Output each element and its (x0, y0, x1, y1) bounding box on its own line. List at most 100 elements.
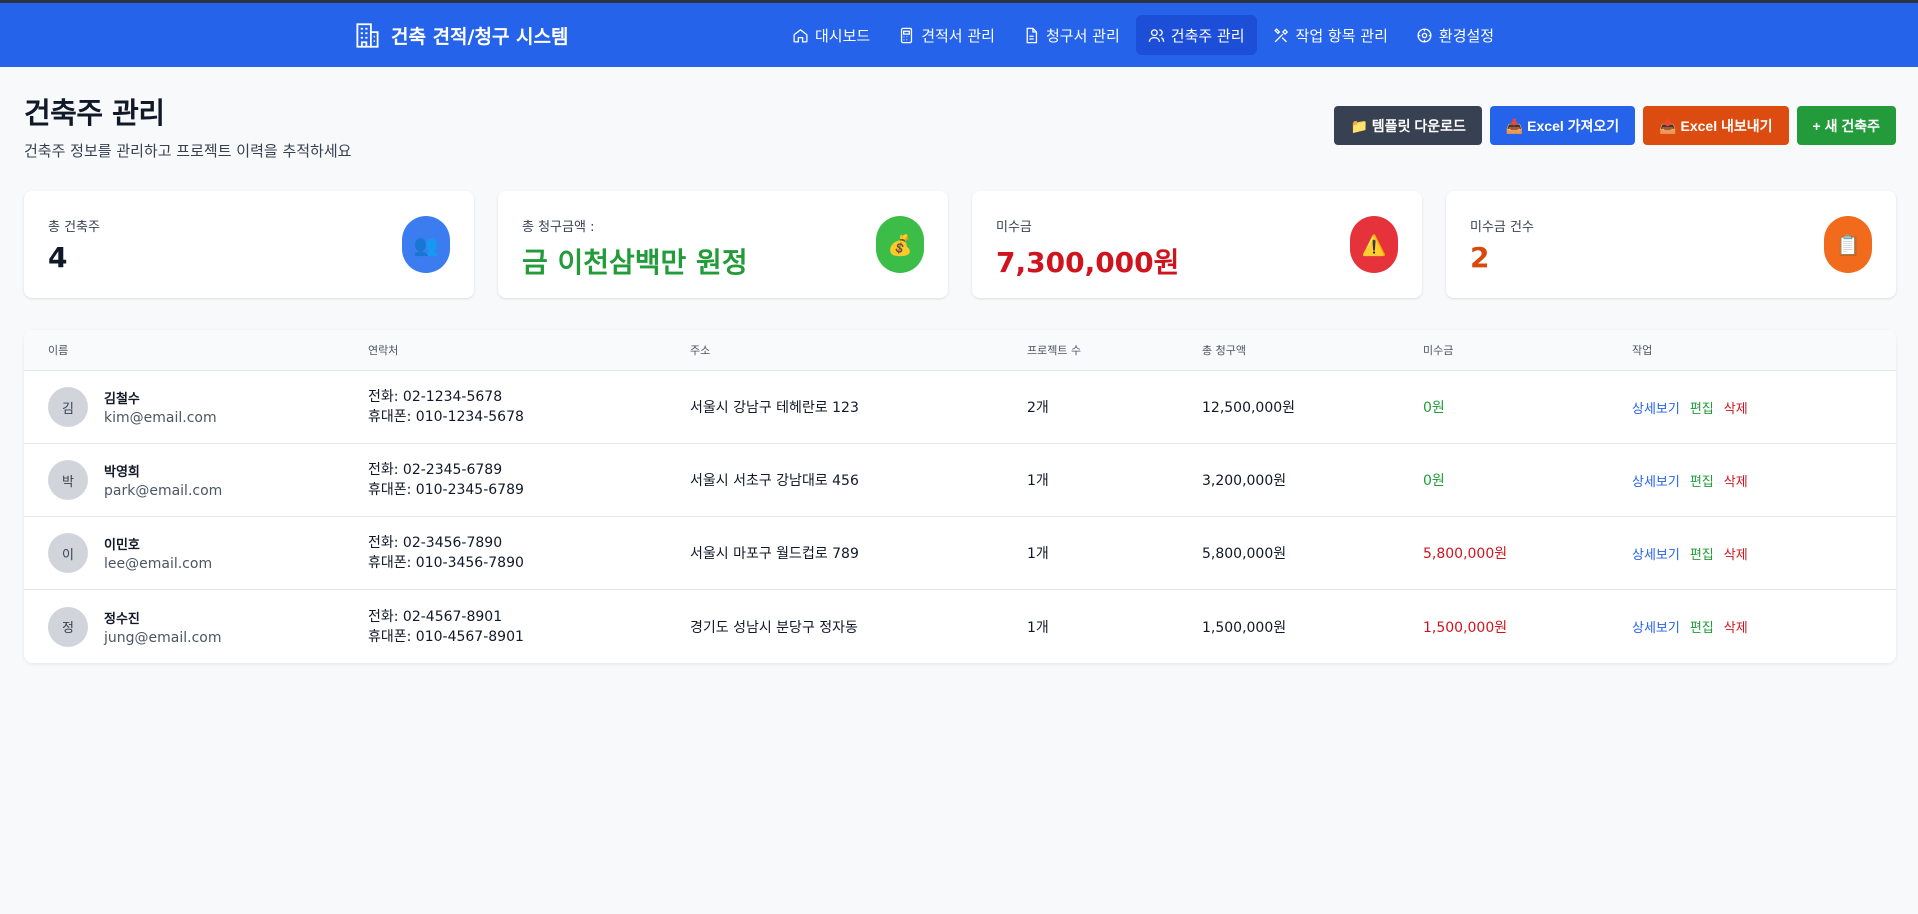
contact-cell: 전화: 02-3456-7890 휴대폰: 010-3456-7890 (368, 533, 690, 573)
owner-cell: 이 이민호 lee@email.com (24, 533, 368, 573)
mobile: 휴대폰: 010-2345-6789 (368, 482, 524, 498)
owner-email: kim@email.com (104, 410, 217, 426)
col-header-contact: 연락처 (368, 344, 399, 357)
view-link[interactable]: 상세보기 (1632, 398, 1680, 417)
col-header-name: 이름 (48, 344, 69, 357)
stat-value: 7,300,000원 (996, 246, 1180, 279)
main-menu: 대시보드 견적서 관리 청구서 관리 건축주 관리 작업 항목 관리 환경설정 (780, 15, 1506, 55)
table-row: 박 박영희 park@email.com 전화: 02-2345-6789 휴대… (24, 444, 1896, 517)
delete-link[interactable]: 삭제 (1724, 544, 1748, 563)
clipboard-icon: 📋 (1824, 216, 1872, 273)
address-cell: 서울시 서초구 강남대로 456 (690, 473, 859, 489)
owner-name: 이민호 (104, 538, 140, 553)
owner-name: 김철수 (104, 392, 140, 407)
avatar: 정 (48, 606, 88, 647)
avatar: 김 (48, 387, 88, 427)
contact-cell: 전화: 02-1234-5678 휴대폰: 010-1234-5678 (368, 387, 690, 427)
due-cell: 0원 (1423, 473, 1445, 489)
excel-import-button[interactable]: 📥 Excel 가져오기 (1489, 106, 1636, 145)
total-cell: 1,500,000원 (1202, 619, 1287, 636)
owner-email: lee@email.com (104, 556, 213, 572)
table-header: 이름 연락처 주소 프로젝트 수 총 청구액 미수금 작업 (24, 330, 1896, 371)
nav-item-settings[interactable]: 환경설정 (1404, 15, 1506, 55)
stat-card-total-owners: 총 건축주 4 👥 (24, 191, 474, 298)
col-header-address: 주소 (690, 344, 711, 357)
header-actions: 📁 템플릿 다운로드 📥 Excel 가져오기 📤 Excel 내보내기 + 새… (1334, 106, 1896, 145)
gear-icon (1417, 27, 1432, 43)
projects-cell: 1개 (1027, 473, 1049, 489)
contact-cell: 전화: 02-2345-6789 휴대폰: 010-2345-6789 (368, 460, 690, 500)
row-actions: 상세보기 편집 삭제 (1632, 617, 1896, 636)
mobile: 휴대폰: 010-3456-7890 (368, 555, 524, 571)
stat-value: 4 (48, 241, 68, 274)
avatar: 이 (48, 533, 88, 573)
stat-card-total-billed: 총 청구금액 : 금 이천삼백만 원정 💰 (498, 191, 948, 298)
row-actions: 상세보기 편집 삭제 (1632, 471, 1896, 490)
calculator-icon (901, 27, 913, 43)
top-navbar: 건축 견적/청구 시스템 대시보드 견적서 관리 청구서 관리 건축주 관리 작… (0, 3, 1918, 67)
phone: 전화: 02-4567-8901 (368, 608, 503, 625)
table-row: 정 정수진 jung@email.com 전화: 02-4567-8901 휴대… (24, 590, 1896, 663)
edit-link[interactable]: 편집 (1690, 398, 1714, 417)
users-icon (1148, 28, 1164, 42)
page-header: 건축주 관리 건축주 정보를 관리하고 프로젝트 이력을 추적하세요 (24, 90, 351, 161)
view-link[interactable]: 상세보기 (1632, 544, 1680, 563)
projects-cell: 1개 (1027, 546, 1049, 562)
row-actions: 상세보기 편집 삭제 (1632, 544, 1896, 563)
stat-label: 총 청구금액 : (522, 220, 595, 235)
nav-item-owners[interactable]: 건축주 관리 (1135, 15, 1257, 55)
address-cell: 서울시 마포구 월드컵로 789 (690, 546, 859, 562)
owners-table: 이름 연락처 주소 프로젝트 수 총 청구액 미수금 작업 김 김철수 kim@… (24, 330, 1896, 663)
total-cell: 3,200,000원 (1202, 473, 1287, 489)
owner-email: jung@email.com (104, 629, 222, 646)
table-row: 이 이민호 lee@email.com 전화: 02-3456-7890 휴대폰… (24, 517, 1896, 590)
owner-name: 박영희 (104, 465, 140, 480)
nav-item-label: 청구서 관리 (1045, 26, 1120, 45)
nav-item-label: 견적서 관리 (921, 26, 995, 45)
col-header-total: 총 청구액 (1202, 344, 1246, 357)
contact-cell: 전화: 02-4567-8901 휴대폰: 010-4567-8901 (368, 607, 690, 647)
mobile: 휴대폰: 010-4567-8901 (368, 628, 524, 645)
add-owner-button[interactable]: + 새 건축주 (1796, 106, 1896, 145)
edit-link[interactable]: 편집 (1690, 471, 1714, 490)
delete-link[interactable]: 삭제 (1724, 398, 1748, 417)
address-cell: 서울시 강남구 테헤란로 123 (690, 400, 859, 416)
owner-cell: 박 박영희 park@email.com (24, 460, 368, 500)
nav-item-work-items[interactable]: 작업 항목 관리 (1261, 15, 1400, 55)
nav-item-dashboard[interactable]: 대시보드 (780, 15, 882, 55)
brand[interactable]: 건축 견적/청구 시스템 (354, 3, 569, 67)
nav-item-label: 건축주 관리 (1170, 26, 1245, 45)
delete-link[interactable]: 삭제 (1724, 471, 1748, 490)
stat-label: 미수금 (996, 220, 1032, 235)
phone: 전화: 02-1234-5678 (368, 389, 503, 405)
stat-label: 미수금 건수 (1470, 220, 1534, 235)
due-cell: 5,800,000원 (1423, 546, 1508, 562)
owner-email: park@email.com (104, 483, 223, 499)
total-cell: 12,500,000원 (1202, 400, 1296, 416)
view-link[interactable]: 상세보기 (1632, 617, 1680, 636)
delete-link[interactable]: 삭제 (1724, 617, 1748, 636)
edit-link[interactable]: 편집 (1690, 617, 1714, 636)
total-cell: 5,800,000원 (1202, 546, 1287, 562)
row-actions: 상세보기 편집 삭제 (1632, 398, 1896, 417)
address-cell: 경기도 성남시 분당구 정자동 (690, 619, 858, 636)
money-bag-icon: 💰 (876, 216, 924, 273)
col-header-actions: 작업 (1632, 344, 1653, 357)
page-title: 건축주 관리 (24, 96, 165, 130)
edit-link[interactable]: 편집 (1690, 544, 1714, 563)
excel-export-button[interactable]: 📤 Excel 내보내기 (1643, 106, 1789, 145)
template-download-button[interactable]: 📁 템플릿 다운로드 (1334, 106, 1482, 145)
stat-card-outstanding-count: 미수금 건수 2 📋 (1446, 191, 1896, 298)
col-header-projects: 프로젝트 수 (1027, 344, 1082, 357)
due-cell: 1,500,000원 (1423, 619, 1508, 636)
users-icon: 👥 (402, 216, 450, 273)
view-link[interactable]: 상세보기 (1632, 471, 1680, 490)
stat-card-outstanding: 미수금 7,300,000원 ⚠️ (972, 191, 1422, 298)
building-icon (356, 22, 379, 48)
avatar: 박 (48, 460, 88, 500)
nav-item-estimates[interactable]: 견적서 관리 (886, 15, 1007, 55)
nav-item-label: 대시보드 (815, 26, 871, 45)
stat-value: 금 이천삼백만 원정 (522, 246, 748, 279)
phone: 전화: 02-2345-6789 (368, 462, 503, 478)
nav-item-invoices[interactable]: 청구서 관리 (1011, 15, 1132, 55)
